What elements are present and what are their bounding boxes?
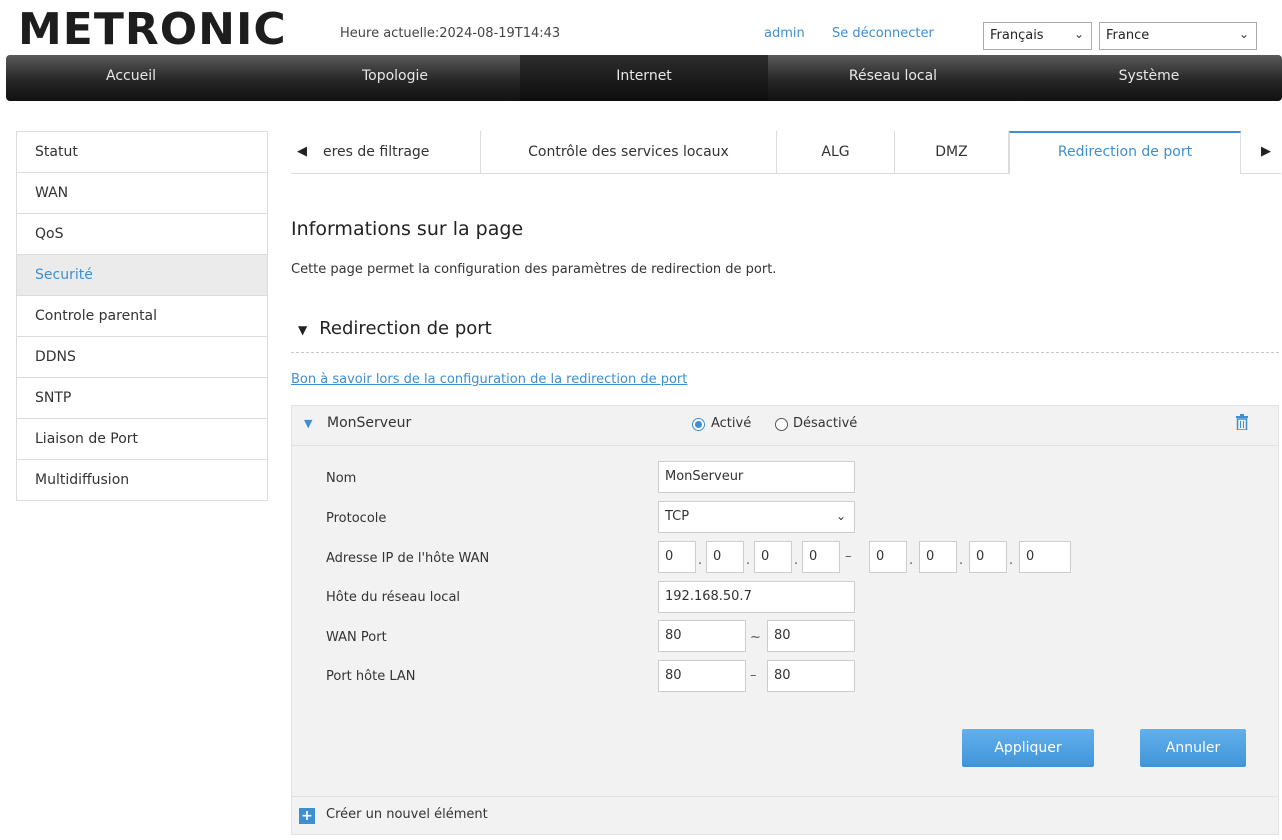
language-value: Français: [990, 28, 1044, 43]
tab-scroll-left-icon[interactable]: ◀: [297, 131, 307, 174]
section-header[interactable]: ▼ Redirection de port: [298, 318, 492, 339]
name-input[interactable]: MonServeur: [658, 461, 855, 493]
range-separator: –: [750, 668, 757, 683]
wan-ip-end-octet-1[interactable]: 0: [869, 541, 907, 573]
plus-icon: +: [299, 808, 315, 824]
protocol-select[interactable]: TCP ⌄: [658, 501, 855, 533]
label-wan-port: WAN Port: [326, 630, 387, 645]
wan-ip-start-octet-3[interactable]: 0: [754, 541, 792, 573]
nav-topologie[interactable]: Topologie: [270, 55, 520, 101]
wan-ip-end-octet-4[interactable]: 0: [1019, 541, 1071, 573]
create-new-row[interactable]: + Créer un nouvel élément: [291, 797, 1279, 835]
disabled-radio[interactable]: [775, 418, 788, 431]
tab-dmz[interactable]: DMZ: [895, 131, 1009, 174]
ip-dot: .: [698, 553, 703, 568]
nav-internet[interactable]: Internet: [520, 55, 768, 101]
sidebar-item-qos[interactable]: QoS: [17, 214, 267, 255]
sidebar-item-sntp[interactable]: SNTP: [17, 378, 267, 419]
range-separator: –: [845, 549, 852, 564]
nav-accueil[interactable]: Accueil: [6, 55, 256, 101]
user-link[interactable]: admin: [764, 26, 805, 41]
lan-host-input[interactable]: 192.168.50.7: [658, 581, 855, 613]
cancel-button[interactable]: Annuler: [1140, 729, 1246, 767]
create-new-label: Créer un nouvel élément: [326, 807, 488, 822]
wan-ip-start-octet-1[interactable]: 0: [658, 541, 696, 573]
ip-dot: .: [746, 553, 751, 568]
help-link[interactable]: Bon à savoir lors de la configuration de…: [291, 372, 687, 387]
tab-redirection-port[interactable]: Redirection de port: [1009, 131, 1241, 174]
sidebar-item-securite[interactable]: Securité: [17, 255, 267, 296]
ip-dot: .: [1009, 553, 1014, 568]
label-protocole: Protocole: [326, 511, 387, 526]
expand-triangle-icon[interactable]: ▼: [304, 417, 312, 430]
country-select[interactable]: France ⌄: [1099, 22, 1257, 50]
page-description: Cette page permet la configuration des p…: [291, 262, 777, 277]
protocol-value: TCP: [665, 509, 690, 524]
label-lan-host: Hôte du réseau local: [326, 590, 461, 605]
sidebar-item-controle-parental[interactable]: Controle parental: [17, 296, 267, 337]
tab-filtrage[interactable]: eres de filtrage: [321, 131, 481, 174]
sidebar-item-multidiffusion[interactable]: Multidiffusion: [17, 460, 267, 501]
ip-dot: .: [794, 553, 799, 568]
sidebar-item-ddns[interactable]: DDNS: [17, 337, 267, 378]
ip-dot: .: [909, 553, 914, 568]
wan-port-start-input[interactable]: 80: [658, 620, 746, 652]
sidebar-item-wan[interactable]: WAN: [17, 173, 267, 214]
sidebar-item-liaison-de-port[interactable]: Liaison de Port: [17, 419, 267, 460]
lan-port-start-input[interactable]: 80: [658, 660, 746, 692]
enabled-radio[interactable]: [692, 418, 705, 431]
tab-scroll-right-icon[interactable]: ▶: [1261, 131, 1271, 174]
ip-dot: .: [959, 553, 964, 568]
metronic-logo: METRONIC: [18, 4, 287, 55]
divider: [291, 352, 1279, 353]
trash-icon[interactable]: [1236, 414, 1248, 430]
current-time: Heure actuelle:2024-08-19T14:43: [340, 26, 561, 41]
wan-ip-start-octet-2[interactable]: 0: [706, 541, 744, 573]
label-lan-port: Port hôte LAN: [326, 669, 416, 684]
wan-ip-end-octet-3[interactable]: 0: [969, 541, 1007, 573]
country-value: France: [1106, 28, 1150, 43]
disabled-label: Désactivé: [793, 416, 858, 431]
nav-systeme[interactable]: Système: [1018, 55, 1280, 101]
wan-ip-end-octet-2[interactable]: 0: [919, 541, 957, 573]
chevron-down-icon: ⌄: [1238, 27, 1249, 41]
rule-name: MonServeur: [327, 415, 412, 431]
logout-link[interactable]: Se déconnecter: [832, 26, 934, 41]
rule-header: ▼ MonServeur Activé Désactivé: [292, 406, 1278, 446]
tab-controle-services[interactable]: Contrôle des services locaux: [481, 131, 777, 174]
label-wan-ip: Adresse IP de l'hôte WAN: [326, 551, 490, 566]
rule-panel: ▼ MonServeur Activé Désactivé Nom Protoc…: [291, 405, 1279, 797]
range-separator: ~: [750, 630, 761, 645]
page-title: Informations sur la page: [291, 218, 524, 240]
apply-button[interactable]: Appliquer: [962, 729, 1094, 767]
chevron-down-icon: ⌄: [1073, 27, 1084, 41]
wan-port-end-input[interactable]: 80: [767, 620, 855, 652]
sidebar: Statut WAN QoS Securité Controle parenta…: [16, 131, 268, 501]
tab-alg[interactable]: ALG: [777, 131, 895, 174]
sidebar-item-statut[interactable]: Statut: [17, 132, 267, 173]
section-title: Redirection de port: [319, 318, 492, 339]
tab-bar: ◀ eres de filtrage Contrôle des services…: [291, 131, 1281, 174]
enabled-label: Activé: [711, 416, 752, 431]
language-select[interactable]: Français ⌄: [983, 22, 1092, 50]
wan-ip-start-octet-4[interactable]: 0: [802, 541, 840, 573]
nav-reseau-local[interactable]: Réseau local: [768, 55, 1018, 101]
label-nom: Nom: [326, 471, 357, 486]
chevron-down-icon: ⌄: [835, 509, 846, 523]
collapse-triangle-icon: ▼: [298, 323, 308, 337]
lan-port-end-input[interactable]: 80: [767, 660, 855, 692]
